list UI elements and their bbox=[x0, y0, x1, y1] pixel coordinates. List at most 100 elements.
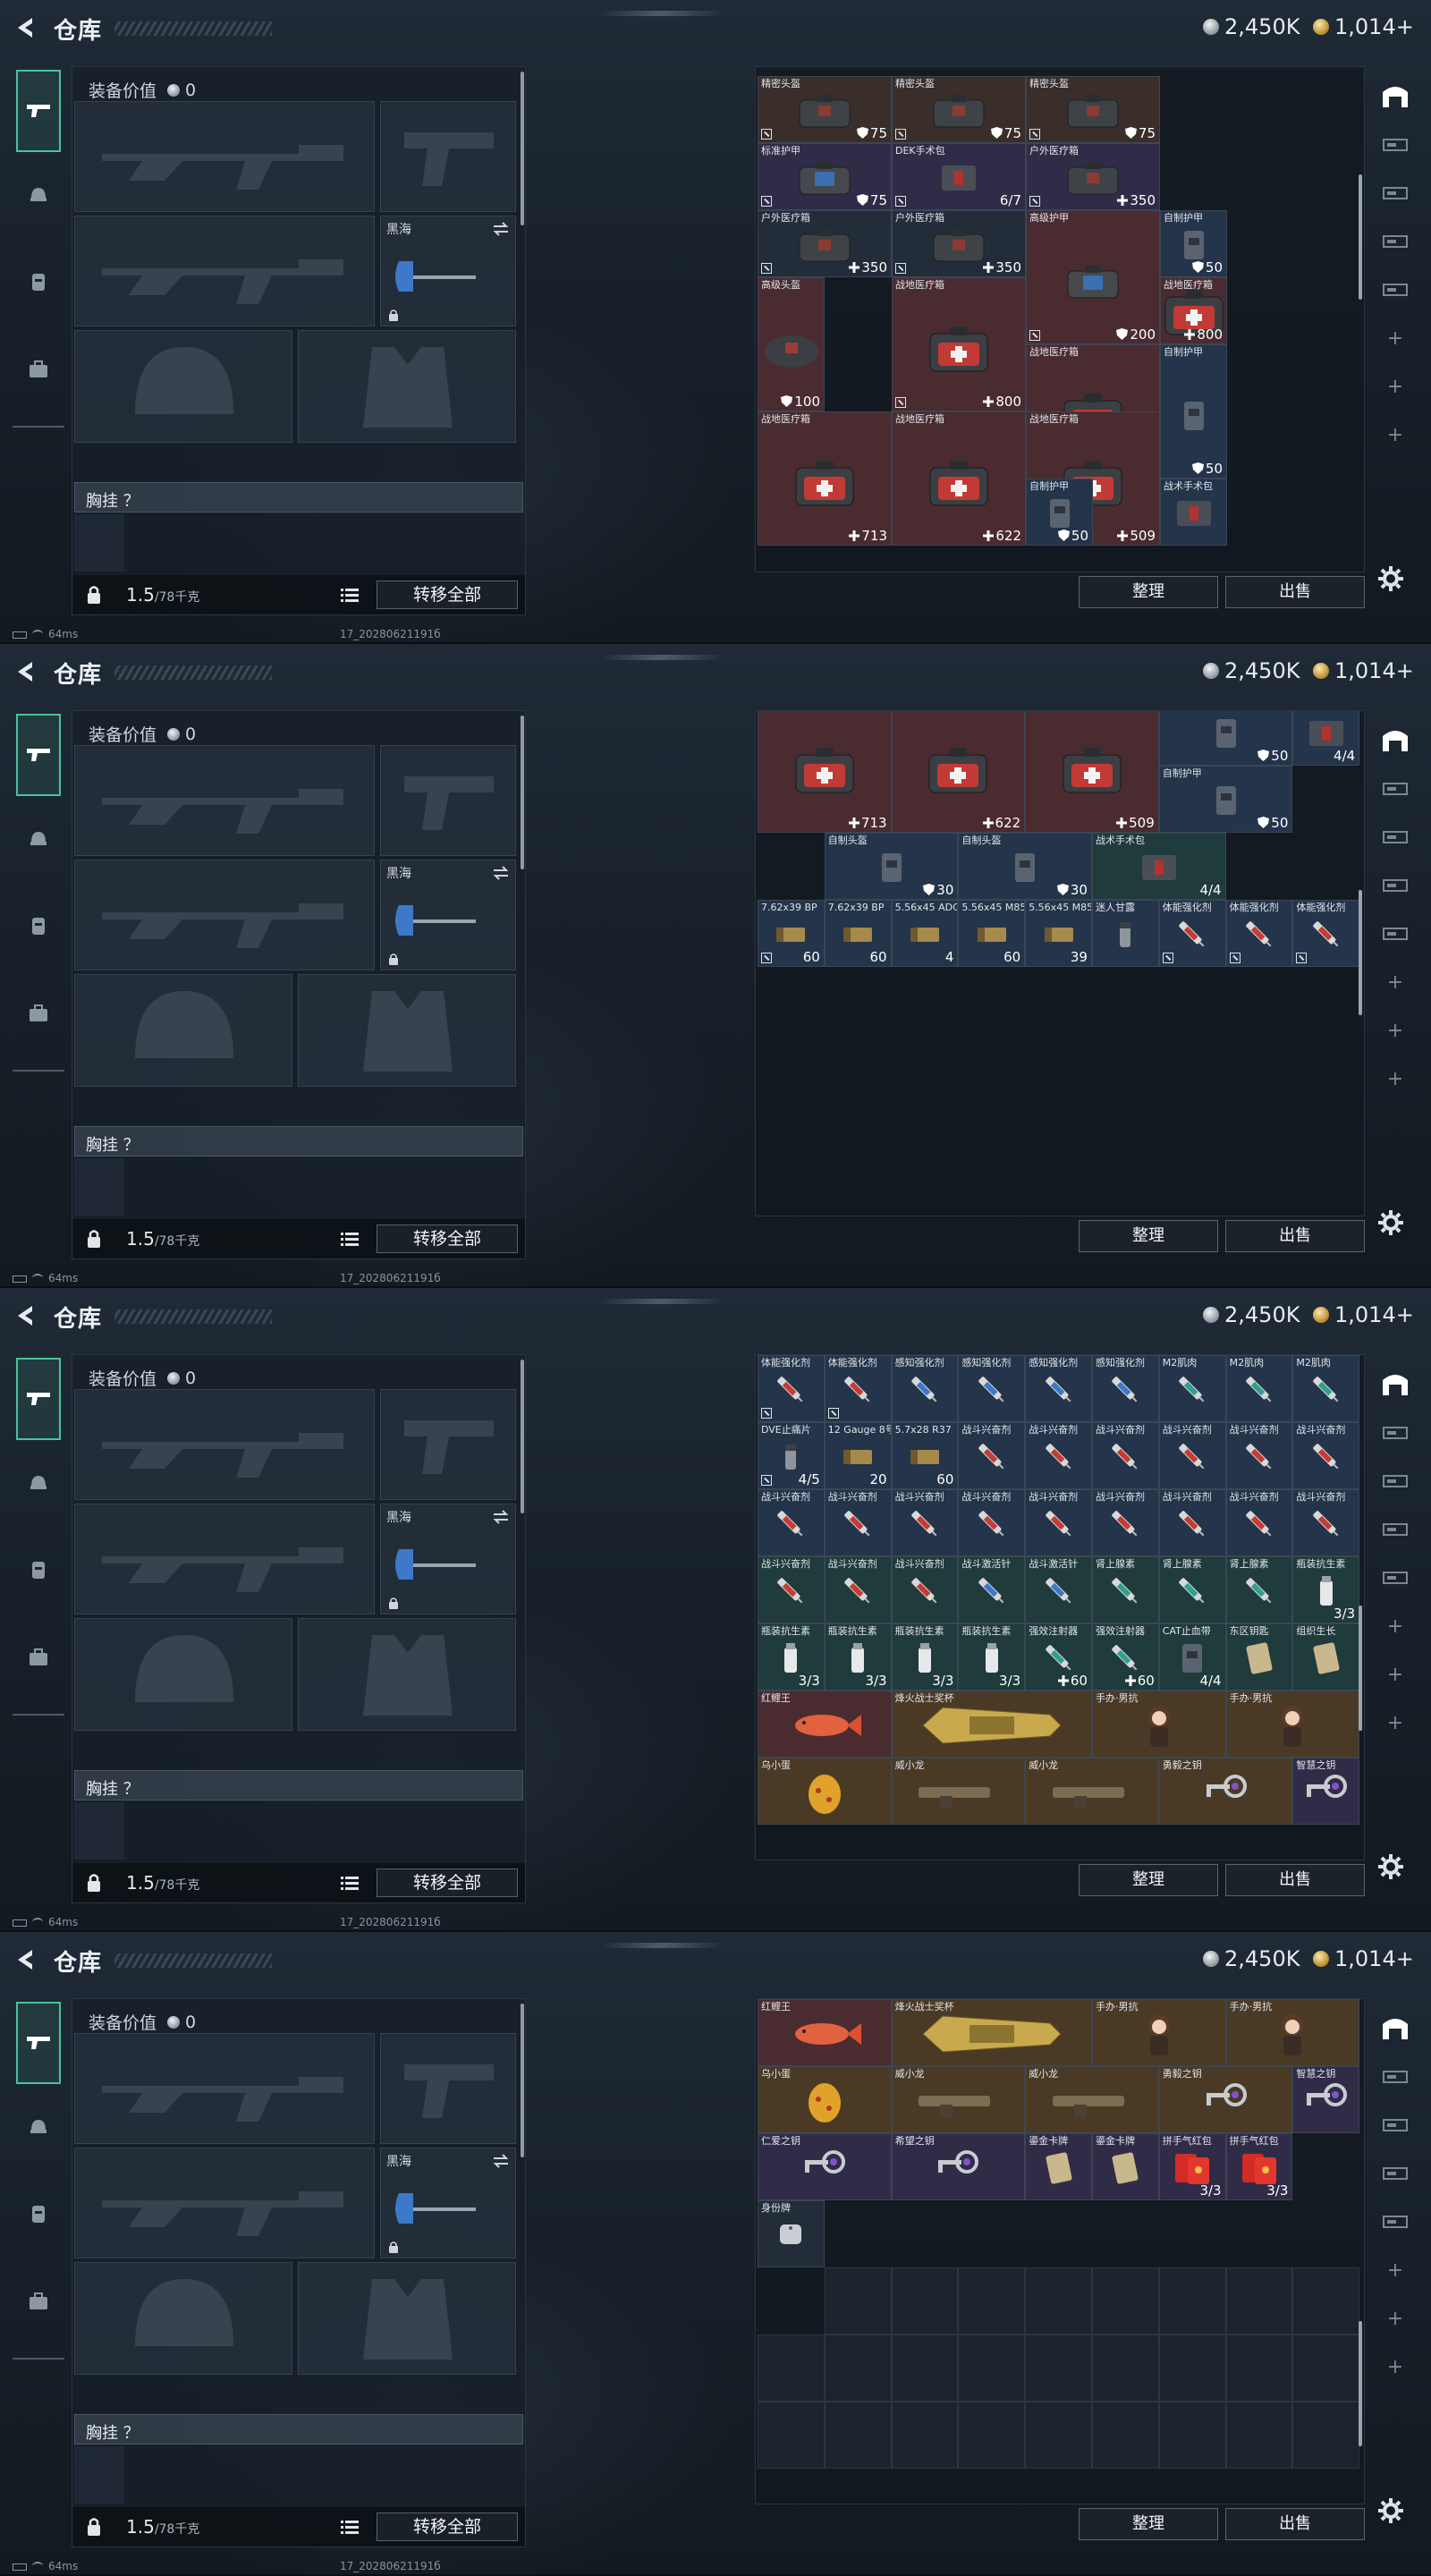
chest-rig-slot[interactable] bbox=[74, 514, 124, 572]
stash-item-cell[interactable]: 拼手气红包 3/3 bbox=[1158, 2133, 1226, 2200]
helmet-slot[interactable] bbox=[74, 2262, 292, 2375]
sell-button[interactable]: 出售 bbox=[1225, 576, 1365, 608]
empty-stash-cell[interactable] bbox=[1092, 2334, 1159, 2402]
empty-stash-cell[interactable] bbox=[1158, 2402, 1226, 2469]
stash-item-cell[interactable]: 体能强化剂 bbox=[1292, 900, 1360, 967]
lock-icon[interactable] bbox=[85, 1872, 103, 1894]
add-icon[interactable]: + bbox=[1377, 2252, 1413, 2288]
stash-item-cell[interactable]: 自制护甲 50 bbox=[1160, 344, 1227, 479]
stash-scrollbar[interactable] bbox=[1359, 1606, 1362, 1731]
empty-stash-cell[interactable] bbox=[1158, 2267, 1226, 2334]
stash-item-cell[interactable]: 7.62x39 BP 60 bbox=[758, 900, 825, 967]
add-icon[interactable]: + bbox=[1377, 964, 1413, 1000]
stash-item-cell[interactable]: 瓶装抗生素 3/3 bbox=[958, 1623, 1026, 1690]
armor-category-icon[interactable] bbox=[1377, 175, 1413, 211]
stash-item-cell[interactable]: 战斗兴奋剂 bbox=[1158, 1422, 1226, 1489]
stash-item-cell[interactable]: 战术手术包 4/4 bbox=[1092, 833, 1226, 900]
sort-button[interactable]: 整理 bbox=[1079, 1220, 1218, 1252]
gold-currency[interactable]: 1,014+ bbox=[1313, 14, 1414, 39]
side-tab-armor[interactable] bbox=[16, 903, 61, 948]
chest-rig-slot[interactable] bbox=[74, 2446, 124, 2504]
empty-stash-cell[interactable] bbox=[824, 2334, 892, 2402]
stash-icon[interactable] bbox=[1377, 2011, 1413, 2046]
swap-icon[interactable] bbox=[492, 2154, 510, 2168]
empty-stash-cell[interactable] bbox=[958, 2402, 1026, 2469]
stash-item-cell[interactable]: 肾上腺素 bbox=[1158, 1556, 1226, 1623]
stash-item-cell[interactable]: 自制护甲 50 bbox=[1158, 711, 1293, 766]
side-tab-armor[interactable] bbox=[16, 1547, 61, 1592]
stash-item-cell[interactable]: 肾上腺素 bbox=[1092, 1556, 1159, 1623]
armor-slot[interactable] bbox=[298, 974, 516, 1087]
side-tab-weapons[interactable] bbox=[16, 714, 61, 796]
stash-item-cell[interactable]: 战斗兴奋剂 bbox=[1092, 1489, 1159, 1556]
stash-item-cell[interactable]: 战斗兴奋剂 bbox=[1225, 1489, 1293, 1556]
stash-item-cell[interactable]: DEK手术包 6/7 bbox=[892, 143, 1026, 210]
stash-item-cell[interactable]: 勇毅之钥 bbox=[1158, 1758, 1293, 1825]
side-tab-backpack[interactable] bbox=[16, 991, 61, 1036]
stash-item-cell[interactable]: 东区钥匙 bbox=[1225, 1623, 1293, 1690]
stash-item-cell[interactable]: 战斗兴奋剂 bbox=[958, 1489, 1026, 1556]
stash-item-cell[interactable]: 12 Gauge 8号 20 bbox=[824, 1422, 892, 1489]
stash-item-cell[interactable]: 鎏金卡牌 bbox=[1025, 2133, 1092, 2200]
stash-item-cell[interactable]: 乌小蛋 bbox=[758, 1758, 892, 1825]
stash-item-cell[interactable]: 战斗兴奋剂 bbox=[958, 1422, 1026, 1489]
stash-item-cell[interactable]: 红鲤王 bbox=[758, 1690, 892, 1758]
stash-item-cell[interactable]: 感知强化剂 bbox=[891, 1355, 959, 1422]
stash-item-cell[interactable]: 感知强化剂 bbox=[958, 1355, 1026, 1422]
stash-item-cell[interactable]: 瓶装抗生素 3/3 bbox=[891, 1623, 959, 1690]
primary-weapon-slot[interactable] bbox=[74, 101, 375, 212]
empty-stash-cell[interactable] bbox=[891, 2402, 959, 2469]
stash-scrollbar[interactable] bbox=[1359, 2321, 1362, 2446]
side-tab-helmet[interactable] bbox=[16, 817, 61, 861]
melee-slot[interactable]: 黑海 bbox=[380, 860, 516, 970]
stash-item-cell[interactable]: 鎏金卡牌 bbox=[1092, 2133, 1159, 2200]
empty-stash-cell[interactable] bbox=[758, 2402, 825, 2469]
empty-stash-cell[interactable] bbox=[1025, 2402, 1092, 2469]
stash-icon[interactable] bbox=[1377, 1367, 1413, 1402]
stash-item-cell[interactable]: 勇毅之钥 bbox=[1158, 2066, 1293, 2133]
sort-button[interactable]: 整理 bbox=[1079, 576, 1218, 608]
stash-item-cell[interactable]: 户外医疗箱 350 bbox=[1026, 143, 1160, 210]
stash-item-cell[interactable]: 战斗激活针 bbox=[958, 1556, 1026, 1623]
stash-item-cell[interactable]: 精密头盔 75 bbox=[1026, 76, 1160, 143]
equipment-scrollbar[interactable] bbox=[521, 1360, 524, 1513]
empty-stash-cell[interactable] bbox=[1025, 2334, 1092, 2402]
ammo-category-icon[interactable] bbox=[1377, 2156, 1413, 2191]
add-icon[interactable]: + bbox=[1377, 2349, 1413, 2385]
stash-item-cell[interactable]: 战斗兴奋剂 bbox=[1292, 1422, 1360, 1489]
stash-item-cell[interactable]: 拼手气红包 3/3 bbox=[1225, 2133, 1293, 2200]
stash-item-cell[interactable]: M2肌肉 bbox=[1225, 1355, 1293, 1422]
stash-item-cell[interactable]: 战地医疗箱 713 bbox=[758, 411, 892, 546]
gold-currency[interactable]: 1,014+ bbox=[1313, 1946, 1414, 1971]
primary-weapon-slot[interactable] bbox=[74, 1389, 375, 1500]
armor-category-icon[interactable] bbox=[1377, 819, 1413, 855]
chest-rig-header[interactable]: 胸挂 ？ bbox=[74, 1126, 523, 1157]
sort-button[interactable]: 整理 bbox=[1079, 2508, 1218, 2540]
stash-item-cell[interactable]: 战斗兴奋剂 bbox=[1158, 1489, 1226, 1556]
sell-button[interactable]: 出售 bbox=[1225, 1864, 1365, 1896]
empty-stash-cell[interactable] bbox=[1092, 2267, 1159, 2334]
stash-item-cell[interactable]: 威小龙 bbox=[891, 2066, 1026, 2133]
stash-item-cell[interactable]: M2肌肉 bbox=[1292, 1355, 1360, 1422]
empty-stash-cell[interactable] bbox=[758, 2334, 825, 2402]
stash-item-cell[interactable]: 瓶装抗生素 3/3 bbox=[824, 1623, 892, 1690]
sell-button[interactable]: 出售 bbox=[1225, 2508, 1365, 2540]
medical-category-icon[interactable] bbox=[1377, 916, 1413, 952]
stash-item-cell[interactable]: 战地医疗箱 622 bbox=[891, 711, 1026, 833]
empty-stash-cell[interactable] bbox=[1092, 2402, 1159, 2469]
stash-item-cell[interactable]: 5.7x28 R37 60 bbox=[891, 1422, 959, 1489]
chest-rig-slot[interactable] bbox=[74, 1158, 124, 1216]
stash-item-cell[interactable]: 战术手术包 bbox=[1160, 479, 1227, 546]
empty-stash-cell[interactable] bbox=[958, 2334, 1026, 2402]
stash-item-cell[interactable]: 智慧之钥 bbox=[1292, 1758, 1360, 1825]
primary-weapon-slot[interactable] bbox=[74, 2033, 375, 2144]
list-icon[interactable] bbox=[341, 588, 359, 602]
stash-item-cell[interactable]: 瓶装抗生素 3/3 bbox=[1292, 1556, 1360, 1623]
add-icon[interactable]: + bbox=[1377, 2301, 1413, 2336]
stash-item-cell[interactable]: 5.56x45 M855A1 39 bbox=[1025, 900, 1092, 967]
stash-item-cell[interactable]: 肾上腺素 bbox=[1225, 1556, 1293, 1623]
stash-scrollbar[interactable] bbox=[1359, 890, 1362, 1015]
stash-item-cell[interactable]: 精密头盔 75 bbox=[758, 76, 892, 143]
side-tab-helmet[interactable] bbox=[16, 2105, 61, 2149]
empty-stash-cell[interactable] bbox=[1225, 2402, 1293, 2469]
